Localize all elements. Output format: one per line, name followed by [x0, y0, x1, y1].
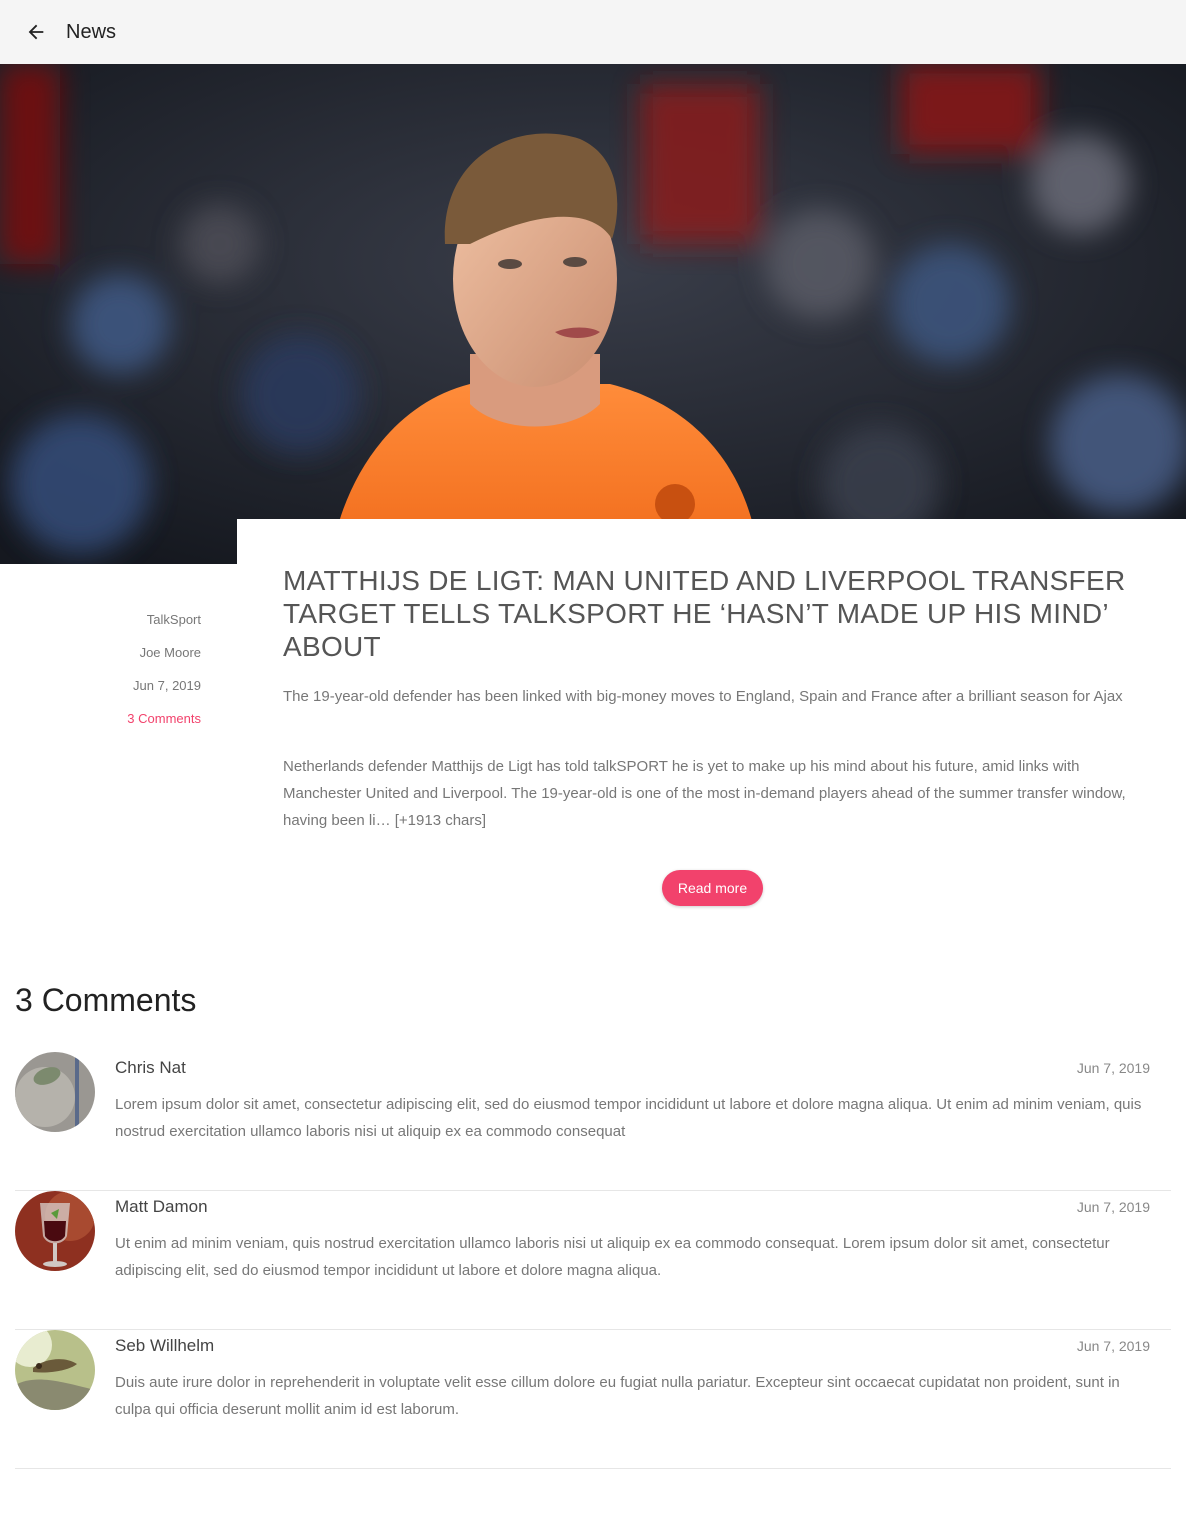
article-title: MATTHIJS DE LIGT: MAN UNITED AND LIVERPO… — [283, 565, 1126, 662]
comment-text: Lorem ipsum dolor sit amet, consectetur … — [115, 1096, 1142, 1140]
article-date: Jun 7, 2019 — [133, 678, 201, 693]
article-lead: The 19-year-old defender has been linked… — [283, 688, 1123, 705]
article-meta: TalkSport Joe Moore Jun 7, 2019 3 Commen… — [0, 606, 201, 738]
comment-text: Ut enim ad minim veniam, quis nostrud ex… — [115, 1235, 1110, 1279]
comment-date: Jun 7, 2019 — [1076, 1060, 1150, 1076]
comment-author: Seb Willhelm — [115, 1336, 215, 1355]
comment-date: Jun 7, 2019 — [1076, 1199, 1150, 1215]
read-more-button[interactable]: Read more — [662, 870, 763, 906]
avatar — [15, 1191, 95, 1271]
comment-item: Seb Willhelm Jun 7, 2019 Duis aute irure… — [15, 1330, 1171, 1469]
hero-image — [0, 64, 1186, 564]
comment-author: Matt Damon — [115, 1197, 208, 1216]
arrow-left-icon — [28, 24, 44, 40]
comment-author: Chris Nat — [115, 1058, 186, 1077]
comment-item: Chris Nat Jun 7, 2019 Lorem ipsum dolor … — [15, 1052, 1171, 1191]
article-body: Netherlands defender Matthijs de Ligt ha… — [283, 758, 1126, 829]
comment-item: Matt Damon Jun 7, 2019 Ut enim ad minim … — [15, 1191, 1171, 1330]
comments-link[interactable]: 3 Comments — [0, 705, 201, 738]
avatar — [15, 1330, 95, 1410]
back-button[interactable] — [0, 0, 72, 64]
article-source: TalkSport — [146, 612, 201, 627]
app-bar: News — [0, 0, 1186, 64]
comment-text: Duis aute irure dolor in reprehenderit i… — [115, 1374, 1120, 1418]
comment-date: Jun 7, 2019 — [1076, 1338, 1150, 1354]
article-author: Joe Moore — [139, 645, 201, 660]
page-title: News — [66, 20, 117, 43]
comments-heading: 3 Comments — [15, 982, 197, 1018]
avatar — [15, 1052, 95, 1132]
